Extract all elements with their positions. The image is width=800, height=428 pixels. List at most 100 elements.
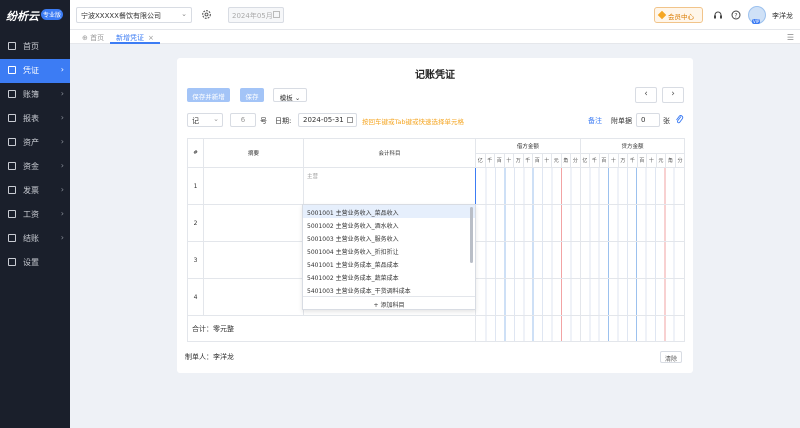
fund-icon (8, 162, 16, 170)
maker-name: 李洋龙 (213, 353, 234, 361)
summary-cell[interactable] (203, 204, 304, 242)
sidebar-item-closing[interactable]: 结账 › (0, 227, 70, 251)
account-dropdown: 5001001 主营业务收入_菜品收入 5001002 主营业务收入_酒水收入 … (302, 204, 476, 310)
chevron-right-icon: › (60, 89, 64, 98)
tab-home[interactable]: ⊕ 首页 (76, 30, 110, 44)
digit-header: 百 (598, 153, 610, 168)
dropdown-option[interactable]: 5001004 主营业务收入_折扣折让 (303, 244, 475, 257)
debit-cell[interactable] (475, 241, 581, 279)
sidebar-item-label: 资金 (23, 162, 39, 171)
member-center-button[interactable]: 会员中心 (654, 7, 703, 23)
digit-header: 万 (513, 153, 524, 168)
account-input-text: 主营 (307, 174, 319, 180)
user-name[interactable]: 李洋龙 (772, 11, 793, 21)
summary-cell[interactable] (203, 278, 304, 316)
asset-icon (8, 138, 16, 146)
tab-label: 首页 (90, 34, 105, 42)
sidebar-item-voucher[interactable]: 凭证 › (0, 59, 70, 83)
menu-icon[interactable]: ☰ (787, 33, 794, 42)
voucher-word-select[interactable]: 记 ⌄ (187, 113, 223, 127)
add-account-button[interactable]: + 添加科目 (303, 296, 475, 309)
dropdown-option[interactable]: 5401001 主营业务成本_菜品成本 (303, 257, 475, 270)
digit-header: 百 (494, 153, 505, 168)
app-logo[interactable]: 纷析云 专业版 (0, 0, 70, 30)
digit-header: 千 (484, 153, 495, 168)
digit-header: 十 (608, 153, 619, 168)
debit-cell[interactable] (475, 278, 581, 316)
next-voucher-button[interactable]: › (662, 87, 684, 103)
note-link[interactable]: 备注 (588, 116, 602, 126)
sidebar-item-invoice[interactable]: 发票 › (0, 179, 70, 203)
voucher-icon (8, 66, 16, 74)
sidebar-item-home[interactable]: 首页 (0, 35, 70, 59)
avatar[interactable]: VIP (748, 6, 766, 24)
report-icon (8, 114, 16, 122)
credit-cell[interactable] (579, 204, 686, 242)
dropdown-option[interactable]: 5001003 主营业务收入_服务收入 (303, 231, 475, 244)
column-header-debit: 借方金额 (475, 138, 581, 154)
save-and-new-button[interactable]: 保存并新增 (187, 88, 230, 102)
sidebar-item-ledger[interactable]: 账簿 › (0, 83, 70, 107)
company-name: 宁波XXXXX餐饮有限公司 (81, 12, 161, 20)
sidebar-item-label: 工资 (23, 210, 39, 219)
sidebar-item-fund[interactable]: 资金 › (0, 155, 70, 179)
template-dropdown[interactable]: 模板 ⌄ (273, 88, 307, 102)
chevron-right-icon: › (60, 233, 64, 242)
dropdown-scrollbar[interactable] (470, 207, 473, 263)
date-input[interactable]: 2024-05-31 (298, 113, 357, 127)
row-number: 3 (187, 241, 204, 279)
credit-cell[interactable] (579, 241, 686, 279)
number-unit-label: 号 (260, 117, 267, 125)
credit-cell[interactable] (579, 167, 686, 205)
attachment-unit-label: 张 (663, 117, 670, 125)
sidebar-item-salary[interactable]: 工资 › (0, 203, 70, 227)
account-cell[interactable]: 主营 (303, 167, 476, 205)
row-number: 2 (187, 204, 204, 242)
voucher-number-input[interactable]: 6 (230, 113, 256, 127)
period-picker[interactable]: 2024年05月 (228, 7, 284, 23)
debit-cell[interactable] (475, 204, 581, 242)
prev-voucher-button[interactable]: ‹ (635, 87, 657, 103)
chevron-down-icon: ⌄ (294, 94, 301, 102)
digit-header: 万 (617, 153, 629, 168)
paperclip-icon[interactable] (675, 114, 684, 125)
sidebar-item-settings[interactable]: 设置 (0, 251, 70, 275)
dropdown-option[interactable]: 5401003 主营业务成本_干货调料成本 (303, 283, 475, 296)
sidebar-item-label: 结账 (23, 234, 39, 243)
period-value: 2024年05月 (232, 12, 273, 20)
digit-header: 十 (503, 153, 514, 168)
dropdown-option[interactable]: 5001001 主营业务收入_菜品收入 (303, 205, 475, 218)
maker-label: 制单人： (185, 353, 213, 361)
home-icon (8, 42, 16, 50)
clear-button[interactable]: 清除 (660, 351, 682, 363)
svg-text:?: ? (734, 13, 737, 20)
digit-header: 元 (551, 153, 562, 168)
keyboard-hint: 按回车键或Tab键或快速选择单元格 (362, 118, 465, 126)
company-select[interactable]: 宁波XXXXX餐饮有限公司 ⌄ (76, 7, 192, 23)
save-button[interactable]: 保存 (240, 88, 264, 102)
debit-cell[interactable] (475, 167, 581, 205)
close-icon[interactable]: × (148, 34, 154, 42)
date-label: 日期: (275, 117, 292, 125)
chevron-right-icon: › (60, 65, 64, 74)
sidebar-item-asset[interactable]: 资产 › (0, 131, 70, 155)
chevron-right-icon: › (671, 89, 675, 99)
closing-icon (8, 234, 16, 242)
digit-header: 千 (627, 153, 638, 168)
tab-new-voucher[interactable]: 新增凭证 × (110, 30, 160, 44)
member-center-label: 会员中心 (668, 13, 694, 21)
sidebar-item-label: 账簿 (23, 90, 39, 99)
dropdown-option[interactable]: 5001002 主营业务收入_酒水收入 (303, 218, 475, 231)
headset-icon[interactable] (713, 10, 723, 20)
tab-label: 新增凭证 (116, 34, 144, 42)
credit-cell[interactable] (579, 278, 686, 316)
attachment-count-input[interactable]: 0 (636, 113, 660, 127)
sidebar-item-label: 凭证 (23, 66, 39, 75)
gear-icon[interactable] (201, 9, 212, 20)
sidebar-item-report[interactable]: 报表 › (0, 107, 70, 131)
help-icon[interactable]: ? (731, 10, 741, 20)
summary-cell[interactable] (203, 241, 304, 279)
dropdown-option[interactable]: 5401002 主营业务成本_蔬菜成本 (303, 270, 475, 283)
summary-cell[interactable] (203, 167, 304, 205)
maker-info: 制单人：李洋龙 (185, 352, 234, 362)
